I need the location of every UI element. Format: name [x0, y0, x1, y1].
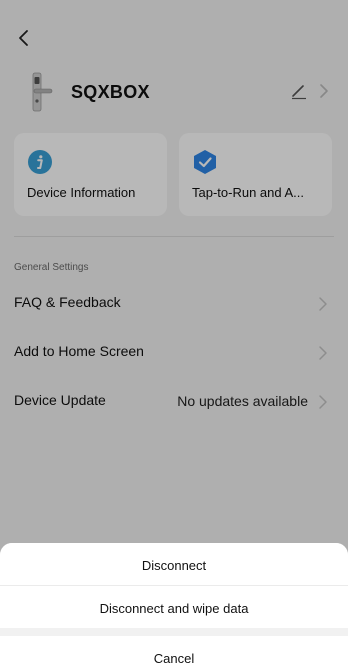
sheet-gap [0, 628, 348, 636]
cancel-button[interactable]: Cancel [0, 636, 348, 667]
disconnect-button[interactable]: Disconnect [0, 543, 348, 587]
disconnect-wipe-button[interactable]: Disconnect and wipe data [0, 586, 348, 630]
